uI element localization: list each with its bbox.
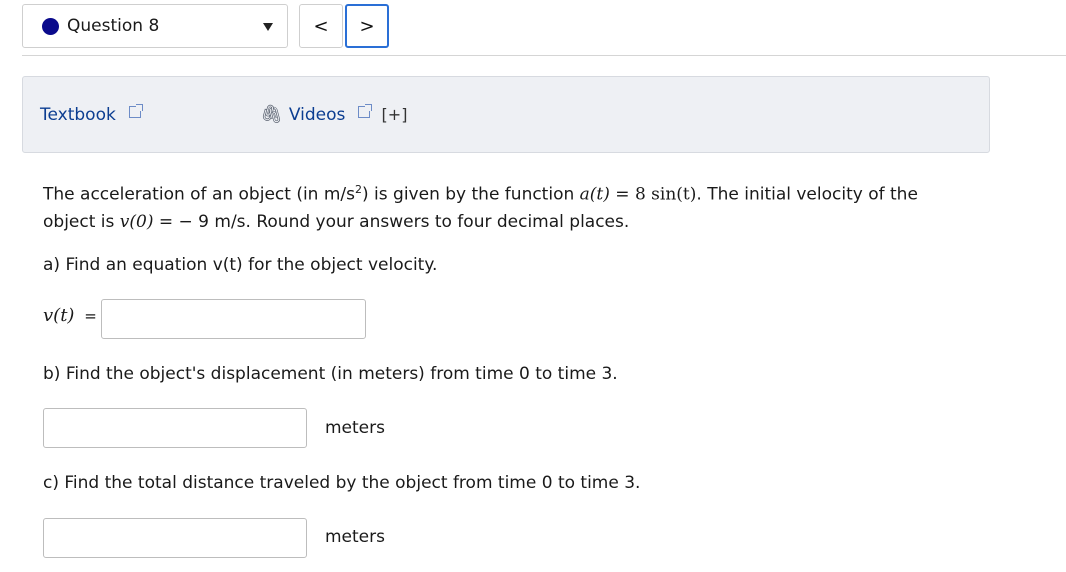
initial-velocity-symbol: v(0) xyxy=(119,211,154,232)
prompt-text: The acceleration of an object (in m/s xyxy=(43,184,356,205)
part-a-prompt: a) Find an equation v(t) for the object … xyxy=(43,255,438,275)
prompt-line-1: The acceleration of an object (in m/s2) … xyxy=(43,176,1003,209)
prompt-text: object is xyxy=(43,211,120,232)
unit-exponent: 2 xyxy=(355,183,363,196)
prompt-text: . The initial velocity of the xyxy=(696,184,918,205)
resources-panel: Textbook 🖇 Videos [+] xyxy=(22,76,990,153)
acceleration-expression: 8 sin(t) xyxy=(634,184,697,205)
prompt-text: ) is given by the function xyxy=(362,184,580,205)
displacement-answer-input[interactable] xyxy=(43,408,307,448)
paperclip-icon: 🖇 xyxy=(260,104,283,125)
question-status-dot xyxy=(42,17,59,35)
distance-unit: meters xyxy=(325,527,385,547)
distance-answer-input[interactable] xyxy=(43,518,307,558)
displacement-unit: meters xyxy=(325,418,385,438)
external-link-icon xyxy=(128,104,143,118)
chevron-right-icon: > xyxy=(359,15,375,37)
question-prompt: The acceleration of an object (in m/s2) … xyxy=(43,176,1003,236)
equals-sign: = xyxy=(609,184,635,205)
next-question-button[interactable]: > xyxy=(345,4,389,48)
expand-videos-button[interactable]: [+] xyxy=(382,105,408,124)
initial-velocity-value: − 9 m/s. Round your answers to four deci… xyxy=(173,211,630,232)
velocity-answer-input[interactable] xyxy=(101,299,366,339)
textbook-link-wrap: Textbook xyxy=(40,104,143,125)
videos-link[interactable]: Videos xyxy=(289,105,346,125)
previous-question-button[interactable]: < xyxy=(299,4,343,48)
acceleration-function: a(t) xyxy=(579,184,610,205)
part-c-prompt: c) Find the total distance traveled by t… xyxy=(43,473,641,493)
caret-down-icon xyxy=(263,23,273,31)
chevron-left-icon: < xyxy=(313,15,329,37)
textbook-link[interactable]: Textbook xyxy=(40,105,116,125)
velocity-symbol: v(t) xyxy=(43,305,75,326)
prompt-line-2: object is v(0) = − 9 m/s. Round your ans… xyxy=(43,211,630,232)
question-selector-label: Question 8 xyxy=(67,16,160,36)
velocity-label: v(t) = xyxy=(43,305,97,326)
header-divider xyxy=(22,55,1066,56)
videos-link-wrap: 🖇 Videos [+] xyxy=(260,104,407,125)
equals-sign: = xyxy=(84,307,97,325)
part-b-prompt: b) Find the object's displacement (in me… xyxy=(43,364,618,384)
question-selector[interactable]: Question 8 xyxy=(22,4,288,48)
external-link-icon xyxy=(358,104,373,118)
